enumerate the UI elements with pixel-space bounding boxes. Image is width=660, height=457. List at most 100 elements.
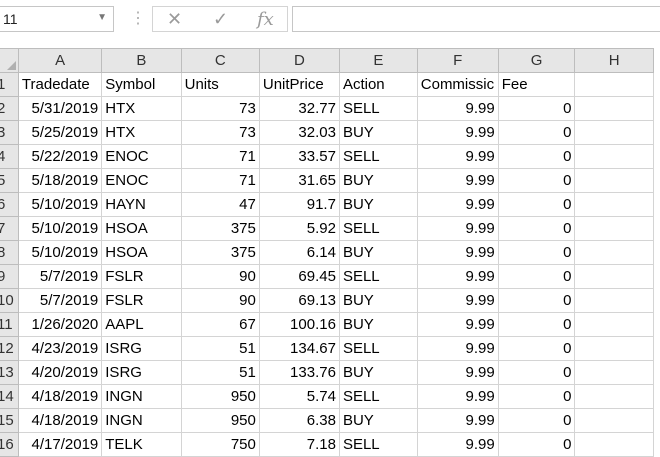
cell[interactable]: ISRG <box>101 336 182 361</box>
row-header[interactable]: 3 <box>0 120 19 145</box>
cell[interactable] <box>574 408 654 433</box>
row-header[interactable]: 4 <box>0 144 19 169</box>
cell[interactable]: 5.74 <box>258 384 340 409</box>
cell[interactable]: 69.45 <box>258 264 340 289</box>
cell[interactable]: SELL <box>338 384 418 409</box>
cell[interactable]: 9.99 <box>416 240 499 265</box>
cell[interactable]: 133.76 <box>258 360 340 385</box>
cell[interactable]: 5/7/2019 <box>17 288 103 313</box>
cell[interactable]: 0 <box>497 192 576 217</box>
cell[interactable]: HSOA <box>101 216 182 241</box>
cell[interactable]: SELL <box>338 96 418 121</box>
cell[interactable]: 51 <box>180 360 260 385</box>
cell[interactable]: TELK <box>101 432 182 457</box>
cell[interactable]: 5/22/2019 <box>17 144 103 169</box>
cell[interactable]: BUY <box>338 408 418 433</box>
cell[interactable]: 0 <box>497 288 576 313</box>
cell[interactable]: INGN <box>101 384 182 409</box>
cell[interactable]: SELL <box>338 336 418 361</box>
cell[interactable]: Units <box>180 72 260 97</box>
name-box[interactable]: 11 ▼ <box>0 6 114 32</box>
cell[interactable]: ENOC <box>101 168 182 193</box>
cell[interactable]: 0 <box>497 96 576 121</box>
row-header[interactable]: 16 <box>0 432 19 457</box>
cell[interactable] <box>574 360 654 385</box>
cell[interactable]: HTX <box>101 120 182 145</box>
cell[interactable]: 950 <box>180 408 260 433</box>
cell[interactable]: ENOC <box>101 144 182 169</box>
row-header[interactable]: 14 <box>0 384 19 409</box>
cell[interactable]: 0 <box>497 240 576 265</box>
cell[interactable]: 0 <box>497 168 576 193</box>
cell[interactable]: 0 <box>497 360 576 385</box>
cell[interactable]: 91.7 <box>258 192 340 217</box>
cell[interactable]: 69.13 <box>258 288 340 313</box>
cell[interactable]: BUY <box>338 192 418 217</box>
cell[interactable]: 9.99 <box>416 336 499 361</box>
cell[interactable]: 5/10/2019 <box>17 240 103 265</box>
cell[interactable] <box>574 120 654 145</box>
cell[interactable]: 4/18/2019 <box>17 384 103 409</box>
cell[interactable]: ISRG <box>101 360 182 385</box>
cell[interactable]: UnitPrice <box>258 72 340 97</box>
cell[interactable]: 32.03 <box>258 120 340 145</box>
cell[interactable]: 750 <box>180 432 260 457</box>
cell[interactable]: 0 <box>497 216 576 241</box>
cell[interactable]: 90 <box>180 264 260 289</box>
cell[interactable]: 134.67 <box>258 336 340 361</box>
cell[interactable]: 7.18 <box>258 432 340 457</box>
cell[interactable]: 0 <box>497 384 576 409</box>
cell[interactable]: 375 <box>180 216 260 241</box>
row-header[interactable]: 1 <box>0 72 19 97</box>
cell[interactable]: 100.16 <box>258 312 340 337</box>
column-header[interactable]: G <box>497 48 576 73</box>
cell[interactable]: 0 <box>497 408 576 433</box>
cell[interactable]: 9.99 <box>416 432 499 457</box>
cell[interactable] <box>574 312 654 337</box>
cell[interactable]: SELL <box>338 144 418 169</box>
cell[interactable]: 9.99 <box>416 288 499 313</box>
row-header[interactable]: 10 <box>0 288 19 313</box>
column-header[interactable]: A <box>17 48 103 73</box>
cell[interactable]: Action <box>338 72 418 97</box>
row-header[interactable]: 13 <box>0 360 19 385</box>
row-header[interactable]: 15 <box>0 408 19 433</box>
cell[interactable]: FSLR <box>101 288 182 313</box>
column-header[interactable]: H <box>574 48 654 73</box>
column-header[interactable]: C <box>180 48 260 73</box>
cell[interactable] <box>574 336 654 361</box>
column-header[interactable]: F <box>416 48 499 73</box>
cell[interactable] <box>574 72 654 97</box>
cell[interactable] <box>574 168 654 193</box>
cell[interactable]: AAPL <box>101 312 182 337</box>
cell[interactable]: 51 <box>180 336 260 361</box>
cell[interactable]: HTX <box>101 96 182 121</box>
row-header[interactable]: 7 <box>0 216 19 241</box>
column-header[interactable]: E <box>338 48 418 73</box>
row-header[interactable]: 5 <box>0 168 19 193</box>
cell[interactable]: 950 <box>180 384 260 409</box>
cell[interactable]: SELL <box>338 264 418 289</box>
cell[interactable]: 6.14 <box>258 240 340 265</box>
cell[interactable]: SELL <box>338 216 418 241</box>
cell[interactable]: 4/23/2019 <box>17 336 103 361</box>
cell[interactable]: 1/26/2020 <box>17 312 103 337</box>
cell[interactable]: 4/20/2019 <box>17 360 103 385</box>
cell[interactable]: 5/25/2019 <box>17 120 103 145</box>
cell[interactable] <box>574 240 654 265</box>
cell[interactable]: Commissic <box>416 72 499 97</box>
cell[interactable]: 33.57 <box>258 144 340 169</box>
row-header[interactable]: 9 <box>0 264 19 289</box>
cell[interactable]: 71 <box>180 168 260 193</box>
cell[interactable]: 9.99 <box>416 384 499 409</box>
row-header[interactable]: 6 <box>0 192 19 217</box>
cell[interactable]: 6.38 <box>258 408 340 433</box>
cell[interactable]: 90 <box>180 288 260 313</box>
cell[interactable]: 9.99 <box>416 360 499 385</box>
cell[interactable]: 9.99 <box>416 96 499 121</box>
cell[interactable] <box>574 192 654 217</box>
select-all-corner[interactable] <box>0 48 19 73</box>
grip-icon[interactable]: ⋮ <box>130 8 146 28</box>
cell[interactable]: SELL <box>338 432 418 457</box>
cell[interactable]: 9.99 <box>416 264 499 289</box>
